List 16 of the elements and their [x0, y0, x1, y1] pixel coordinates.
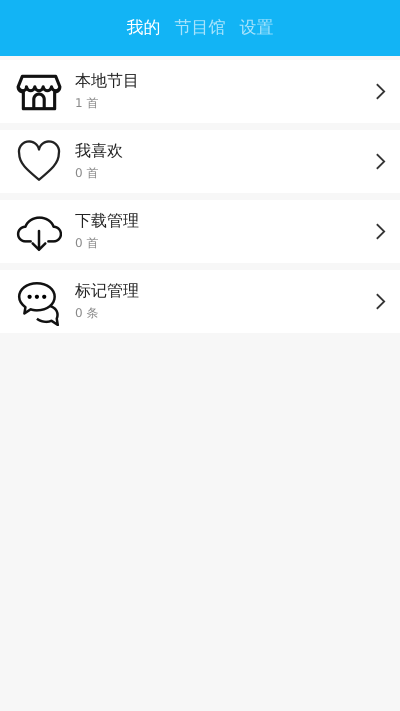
chevron-right-icon [375, 292, 386, 311]
list-item[interactable]: 标记管理 0 条 [0, 270, 400, 333]
item-title: 标记管理 [75, 281, 139, 302]
list-item[interactable]: 我喜欢 0 首 [0, 130, 400, 193]
chevron-right-icon [375, 222, 386, 241]
item-count: 1 首 [75, 95, 98, 112]
item-count: 0 首 [75, 235, 98, 252]
list-item[interactable]: 下载管理 0 首 [0, 200, 400, 263]
chevron-right-icon [375, 82, 386, 101]
chevron-right-icon [375, 152, 386, 171]
item-count: 0 条 [75, 305, 98, 322]
item-title: 本地节目 [75, 71, 139, 92]
list-item[interactable]: 本地节目 1 首 [0, 60, 400, 123]
item-title: 我喜欢 [75, 141, 123, 162]
item-title: 下载管理 [75, 211, 139, 232]
item-count: 0 首 [75, 165, 98, 182]
